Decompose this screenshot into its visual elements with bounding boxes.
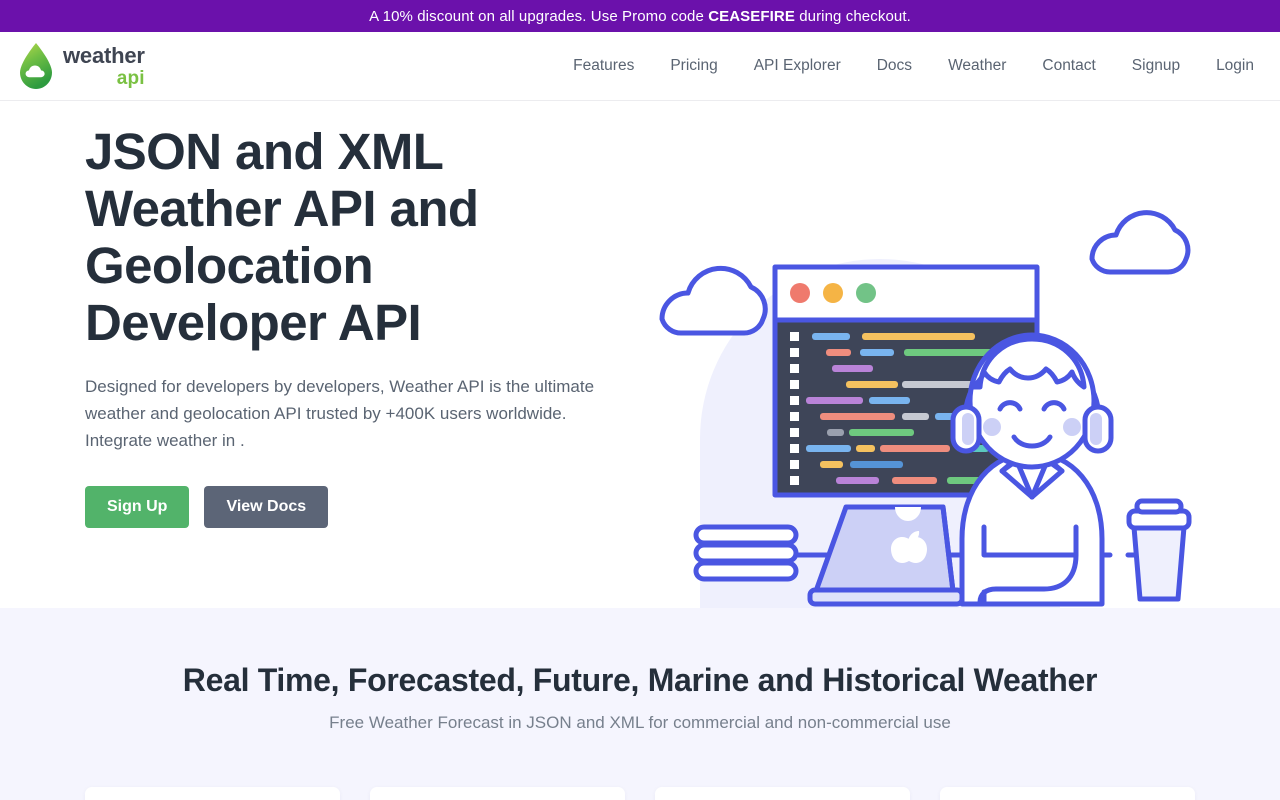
- nav-item-contact[interactable]: Contact: [1024, 57, 1113, 75]
- brand-name-secondary: api: [116, 67, 145, 89]
- view-docs-button[interactable]: View Docs: [204, 486, 329, 528]
- feature-card-3[interactable]: [655, 787, 910, 800]
- features-section-title: Real Time, Forecasted, Future, Marine an…: [182, 662, 1098, 698]
- nav-link-pricing[interactable]: Pricing: [670, 47, 717, 84]
- hero-section: JSON and XML Weather API and Geolocation…: [0, 101, 1280, 619]
- nav-link-docs[interactable]: Docs: [877, 47, 912, 84]
- nav-link-login[interactable]: Login: [1216, 47, 1254, 84]
- promo-code: CEASEFIRE: [708, 7, 795, 25]
- features-section: Real Time, Forecasted, Future, Marine an…: [0, 608, 1280, 800]
- nav-link-signup[interactable]: Signup: [1132, 47, 1180, 84]
- feature-cards-row: [85, 787, 1195, 800]
- nav-link-contact[interactable]: Contact: [1042, 47, 1095, 84]
- brand-wordmark: weather api: [63, 42, 145, 89]
- nav-item-docs[interactable]: Docs: [859, 57, 930, 75]
- nav-item-weather[interactable]: Weather: [930, 57, 1024, 75]
- site-header: weather api Features Pricing API Explore…: [0, 32, 1280, 101]
- nav-item-login[interactable]: Login: [1198, 57, 1260, 75]
- hero-subtitle: Designed for developers by developers, W…: [85, 377, 595, 450]
- nav-item-pricing[interactable]: Pricing: [652, 57, 735, 75]
- brand-logo-link[interactable]: weather api: [16, 41, 145, 91]
- main-navigation: Features Pricing API Explorer Docs Weath…: [555, 57, 1260, 75]
- features-section-subtitle: Free Weather Forecast in JSON and XML fo…: [329, 713, 951, 732]
- nav-item-api-explorer[interactable]: API Explorer: [736, 57, 859, 75]
- developer-at-laptop-illustration: [640, 209, 1220, 629]
- hero-actions: Sign Up View Docs: [85, 486, 630, 528]
- feature-card-4[interactable]: [940, 787, 1195, 800]
- nav-item-signup[interactable]: Signup: [1114, 57, 1198, 75]
- water-droplet-cloud-logo-icon: [16, 41, 56, 91]
- promo-text-after: during checkout.: [794, 7, 911, 25]
- feature-card-1[interactable]: [85, 787, 340, 800]
- nav-link-api-explorer[interactable]: API Explorer: [754, 47, 841, 84]
- nav-link-features[interactable]: Features: [573, 47, 634, 84]
- brand-name-primary: weather: [63, 42, 145, 68]
- promo-banner: A 10% discount on all upgrades. Use Prom…: [0, 0, 1280, 32]
- sign-up-button[interactable]: Sign Up: [85, 486, 190, 528]
- page-title: JSON and XML Weather API and Geolocation…: [85, 123, 479, 351]
- hero-copy: JSON and XML Weather API and Geolocation…: [85, 101, 630, 608]
- promo-text-before: A 10% discount on all upgrades. Use Prom…: [369, 7, 709, 25]
- nav-link-weather[interactable]: Weather: [948, 47, 1006, 84]
- feature-card-2[interactable]: [370, 787, 625, 800]
- nav-item-features[interactable]: Features: [555, 57, 652, 75]
